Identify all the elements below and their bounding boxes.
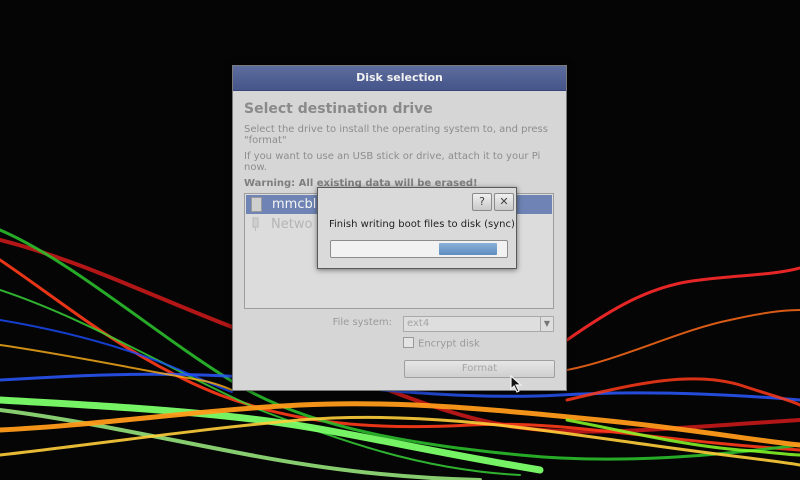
encrypt-label: Encrypt disk [418,338,480,350]
dialog-title: Disk selection [233,66,566,91]
filesystem-row: File system: ext4 ▼ [244,316,554,334]
mouse-pointer-icon [510,375,523,393]
progress-dialog-controls: ? ✕ [470,190,514,211]
chevron-down-icon: ▼ [540,317,553,331]
progress-bar [330,240,508,258]
drive-label: Netwo [271,217,313,232]
help-button[interactable]: ? [472,193,492,211]
filesystem-select[interactable]: ext4 ▼ [403,316,554,332]
filesystem-value: ext4 [407,318,430,329]
drive-icon [251,197,262,212]
page-heading: Select destination drive [244,101,433,117]
usb-hint-text: If you want to use an USB stick or drive… [244,151,541,173]
encrypt-checkbox[interactable] [403,337,414,348]
instruction-text: Select the drive to install the operatin… [244,124,548,146]
encrypt-disk-option[interactable]: Encrypt disk [403,337,480,350]
progress-message: Finish writing boot files to disk (sync) [329,219,515,230]
network-drive-icon [250,217,261,232]
filesystem-label: File system: [332,317,392,328]
progress-dialog: ? ✕ Finish writing boot files to disk (sy… [317,187,517,269]
drive-label: mmcbl [272,197,317,212]
progress-bar-fill [439,243,497,255]
close-button[interactable]: ✕ [494,193,514,211]
format-button[interactable]: Format [404,360,555,378]
